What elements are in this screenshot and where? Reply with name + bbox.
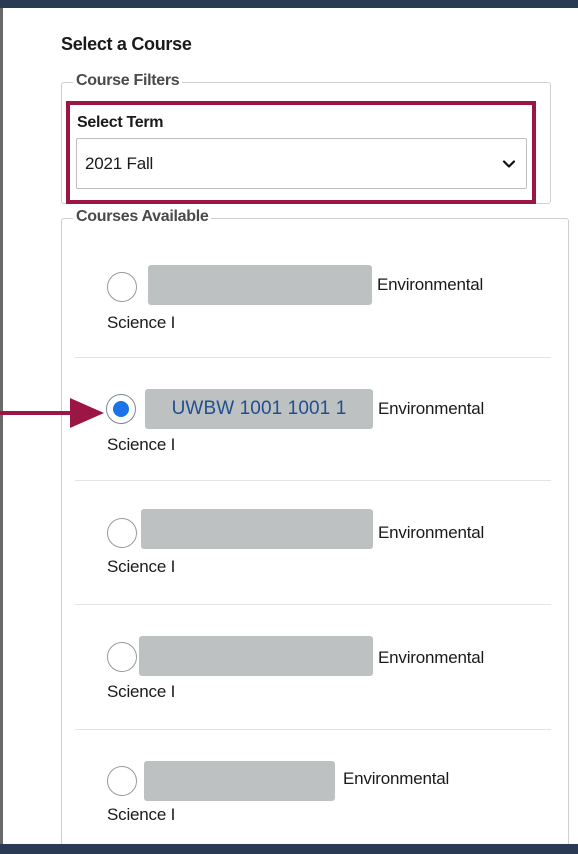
course-radio-4[interactable] bbox=[107, 642, 137, 672]
chevron-down-icon bbox=[502, 160, 516, 168]
term-select[interactable]: 2021 Fall bbox=[76, 138, 527, 189]
course-name-line2-4: Science I bbox=[107, 682, 176, 701]
course-divider bbox=[75, 729, 551, 730]
course-name-line2-1: Science I bbox=[107, 313, 176, 332]
bottom-bar bbox=[0, 844, 578, 854]
course-radio-2[interactable] bbox=[106, 394, 136, 424]
term-select-value: 2021 Fall bbox=[85, 153, 154, 173]
course-name-4: Environmental bbox=[378, 648, 485, 667]
course-name-line2-3: Science I bbox=[107, 557, 176, 576]
course-name-line2-2: Science I bbox=[107, 435, 176, 454]
course-radio-3[interactable] bbox=[107, 518, 137, 548]
course-radio-1[interactable] bbox=[107, 272, 137, 302]
course-name-1: Environmental bbox=[377, 275, 484, 294]
course-name-3: Environmental bbox=[378, 523, 485, 542]
course-code-redacted-4 bbox=[139, 636, 373, 676]
course-name-line2-5: Science I bbox=[107, 805, 176, 824]
course-code-redacted-5 bbox=[144, 761, 335, 801]
course-name-5: Environmental bbox=[343, 769, 450, 788]
term-label: Select Term bbox=[77, 114, 164, 131]
course-filters-legend: Course Filters bbox=[73, 72, 183, 90]
course-divider bbox=[75, 480, 551, 481]
top-bar bbox=[0, 0, 578, 8]
page-title: Select a Course bbox=[61, 34, 192, 54]
course-radio-5[interactable] bbox=[107, 766, 137, 796]
course-code-redacted-3 bbox=[141, 509, 373, 549]
course-name-2: Environmental bbox=[378, 399, 485, 418]
course-code-redacted-1 bbox=[148, 265, 372, 305]
course-divider bbox=[75, 357, 551, 358]
course-divider bbox=[75, 604, 551, 605]
courses-available-legend: Courses Available bbox=[73, 208, 212, 226]
course-code-2: UWBW 1001 1001 1 bbox=[145, 389, 373, 429]
arrow-right-icon bbox=[0, 398, 104, 428]
